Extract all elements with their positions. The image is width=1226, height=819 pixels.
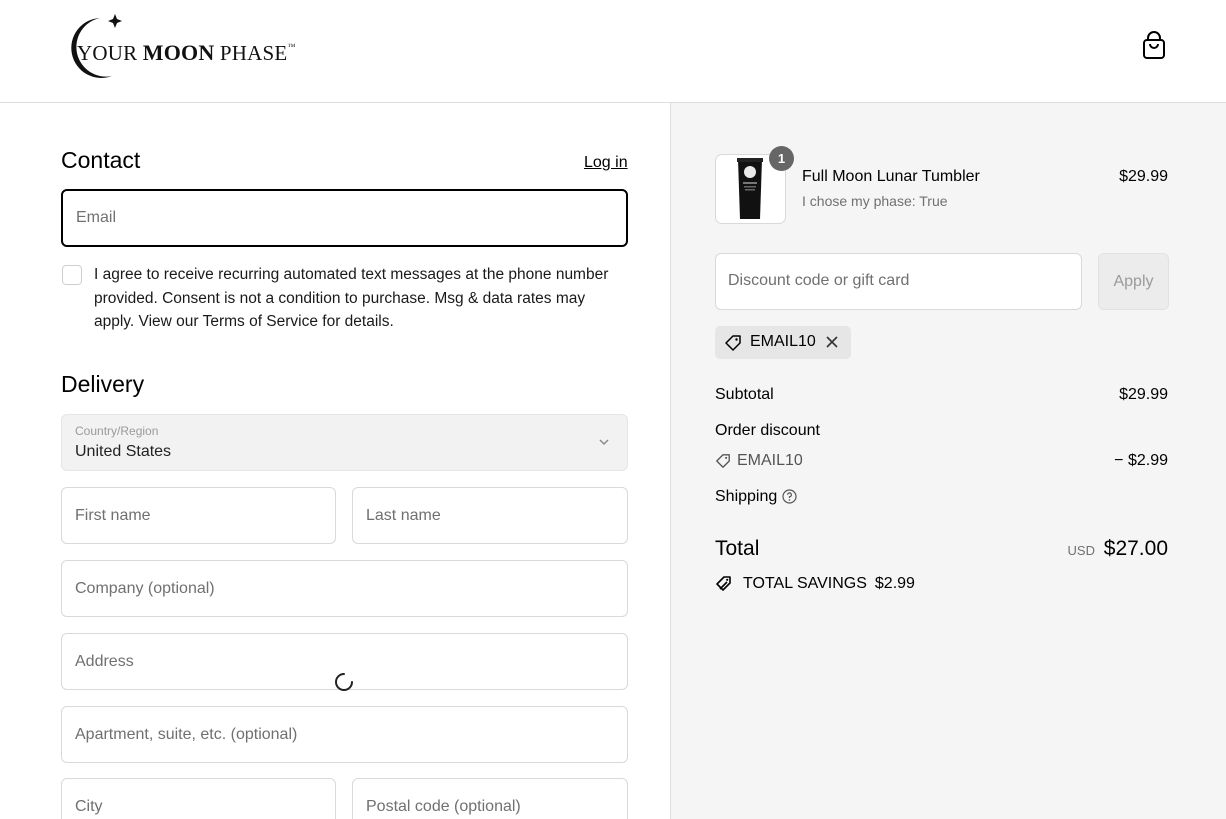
item-variant: I chose my phase: True xyxy=(802,193,948,209)
sms-consent-text: I agree to receive recurring automated t… xyxy=(94,266,609,330)
sms-consent-checkbox[interactable] xyxy=(62,265,82,285)
shopping-bag-icon xyxy=(1143,31,1165,59)
tag-icon xyxy=(725,335,741,351)
last-name-placeholder: Last name xyxy=(366,506,441,524)
apartment-field[interactable]: Apartment, suite, etc. (optional) xyxy=(61,706,628,763)
savings-value: $2.99 xyxy=(874,575,915,592)
country-select[interactable]: Country/Region United States xyxy=(61,414,628,471)
city-field[interactable]: City xyxy=(61,778,336,819)
order-discount-code: EMAIL10 xyxy=(737,452,803,469)
item-name: Full Moon Lunar Tumbler xyxy=(802,168,980,185)
logo-wordmark: YOUR MOON PHASE™ xyxy=(77,40,296,65)
remove-code-icon[interactable] xyxy=(825,335,839,349)
order-discount-code-line: EMAIL10 xyxy=(715,452,803,470)
first-name-placeholder: First name xyxy=(75,506,151,524)
company-field[interactable]: Company (optional) xyxy=(61,560,628,617)
quantity-badge: 1 xyxy=(769,146,794,171)
shipping-label: Shipping xyxy=(715,488,778,505)
address-placeholder: Address xyxy=(75,652,134,670)
login-link[interactable]: Log in xyxy=(584,154,628,172)
order-discount-label: Order discount xyxy=(715,422,820,439)
total-currency: USD xyxy=(1067,543,1095,558)
total-value: $27.00 xyxy=(1103,537,1168,560)
country-label: Country/Region xyxy=(75,424,159,438)
cart-bag-button[interactable] xyxy=(1141,31,1167,61)
delivery-heading: Delivery xyxy=(61,371,145,397)
postal-code-field[interactable]: Postal code (optional) xyxy=(352,778,628,819)
discount-placeholder: Discount code or gift card xyxy=(728,272,910,289)
apartment-placeholder: Apartment, suite, etc. (optional) xyxy=(75,725,298,743)
site-header: YOUR MOON PHASE™ xyxy=(0,0,1226,103)
contact-heading: Contact xyxy=(61,147,141,173)
country-value: United States xyxy=(75,443,172,460)
order-summary: 1 Full Moon Lunar Tumbler I chose my pha… xyxy=(670,103,1226,819)
company-placeholder: Company (optional) xyxy=(75,579,215,597)
apply-discount-button[interactable]: Apply xyxy=(1098,253,1169,310)
postal-code-placeholder: Postal code (optional) xyxy=(366,797,521,815)
chevron-down-icon xyxy=(599,439,609,446)
last-name-field[interactable]: Last name xyxy=(352,487,628,544)
brand-logo[interactable]: YOUR MOON PHASE™ xyxy=(60,14,330,80)
total-label: Total xyxy=(715,537,760,560)
checkout-form: Contact Log in Email I agree to receive … xyxy=(0,103,670,819)
email-field[interactable]: Email xyxy=(61,189,628,247)
applied-code-chip: EMAIL10 xyxy=(715,326,851,359)
item-price: $29.99 xyxy=(1119,168,1168,185)
city-placeholder: City xyxy=(75,797,103,815)
help-circle-icon[interactable] xyxy=(782,489,797,504)
total-savings: TOTAL SAVINGS $2.99 xyxy=(715,574,915,594)
order-discount-value: − $2.99 xyxy=(1114,452,1168,469)
savings-label: TOTAL SAVINGS xyxy=(743,575,867,592)
savings-tag-icon xyxy=(716,576,731,591)
email-placeholder: Email xyxy=(76,209,117,226)
tag-icon xyxy=(716,454,730,468)
discount-code-input[interactable]: Discount code or gift card xyxy=(715,253,1082,310)
first-name-field[interactable]: First name xyxy=(61,487,336,544)
subtotal-label: Subtotal xyxy=(715,386,774,403)
subtotal-value: $29.99 xyxy=(1119,386,1168,403)
applied-code-label: EMAIL10 xyxy=(750,333,816,350)
loading-spinner-icon xyxy=(335,673,353,691)
